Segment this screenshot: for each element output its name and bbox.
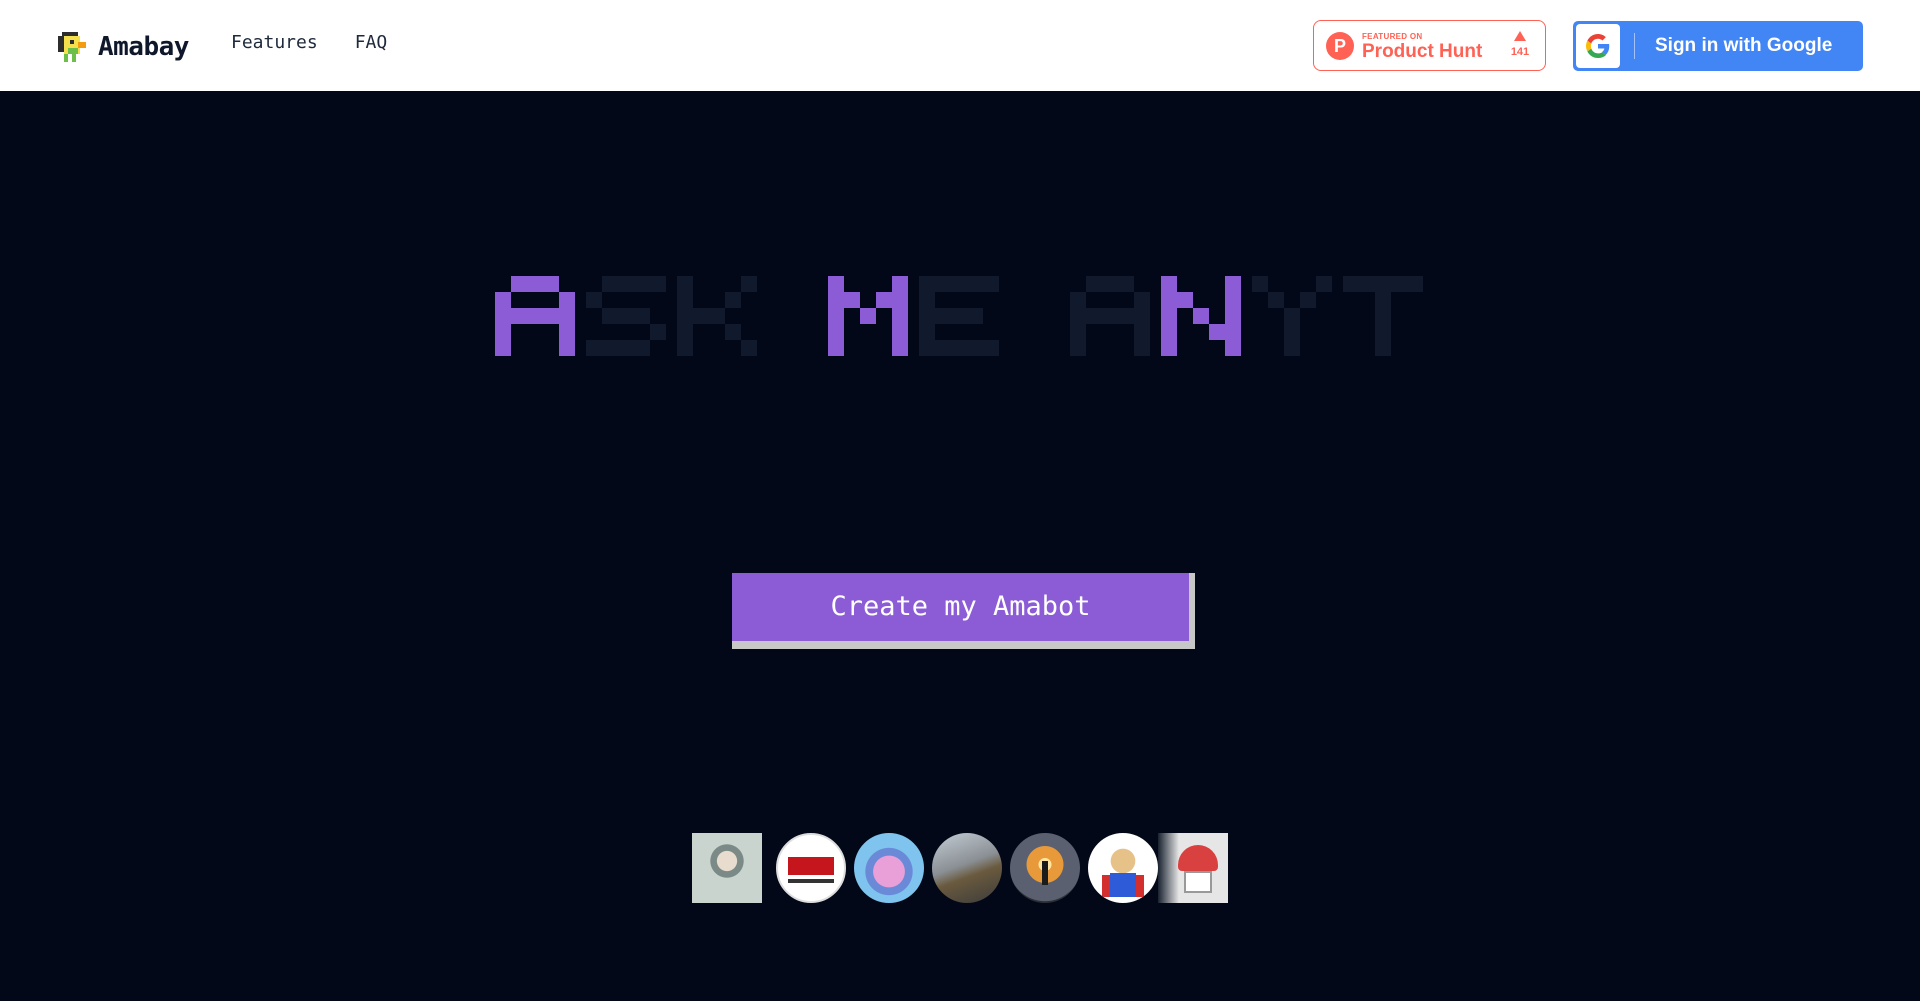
upvote-arrow-icon	[1514, 31, 1526, 41]
product-hunt-name: Product Hunt	[1362, 41, 1483, 62]
hero-letter-a	[1070, 276, 1150, 356]
mushroom-stem-icon	[1184, 871, 1212, 893]
hero-letter-y	[1252, 276, 1332, 356]
create-amabot-label: Create my Amabot	[830, 591, 1091, 622]
hero-letter-t	[1343, 276, 1423, 356]
silhouette-figure-icon	[1042, 861, 1048, 885]
product-hunt-logo-icon: P	[1326, 32, 1354, 60]
hero-letter-a	[495, 276, 575, 356]
upmp-red-logo-icon	[788, 857, 834, 875]
upvote-count: 141	[1510, 46, 1530, 58]
nav-features[interactable]: Features	[231, 32, 318, 53]
hero-letter-n	[1161, 276, 1241, 356]
product-hunt-logo-letter: P	[1333, 36, 1346, 56]
hero-letter-m	[828, 276, 908, 356]
avatar-cartoon-man[interactable]	[692, 833, 762, 903]
brand-name: Amabay	[98, 32, 189, 62]
avatar-upmp-logo[interactable]	[776, 833, 846, 903]
hero-letter-s	[586, 276, 666, 356]
avatar-sunset-silhouette[interactable]	[1010, 833, 1080, 903]
google-signin-button[interactable]: Sign in with Google	[1573, 21, 1863, 71]
superhero-suit-icon	[1110, 873, 1136, 897]
upmp-subtitle-icon	[788, 879, 834, 883]
hero-letter-e	[919, 276, 999, 356]
create-amabot-button-face: Create my Amabot	[732, 573, 1189, 641]
cape-left-icon	[1102, 875, 1110, 897]
avatar-person-on-bench[interactable]	[932, 833, 1002, 903]
avatar-pixel-character[interactable]	[854, 833, 924, 903]
logo[interactable]: Amabay	[56, 30, 189, 64]
google-icon-container	[1576, 24, 1620, 68]
product-hunt-featured-text: FEATURED ON	[1362, 32, 1423, 41]
hero-pixel-title	[495, 276, 1423, 356]
google-button-divider	[1634, 33, 1635, 59]
hero-letter-k	[677, 276, 757, 356]
google-signin-label: Sign in with Google	[1655, 35, 1833, 56]
mushroom-cap-icon	[1178, 845, 1218, 871]
avatar-superhero-dog[interactable]	[1088, 833, 1158, 903]
nav-faq[interactable]: FAQ	[355, 32, 388, 53]
product-hunt-badge[interactable]: P FEATURED ON Product Hunt 141	[1313, 20, 1546, 71]
google-g-icon	[1586, 34, 1610, 58]
cape-right-icon	[1136, 875, 1144, 897]
avatar-pixel-mushroom[interactable]	[1158, 833, 1228, 903]
top-header: Amabay Features FAQ P FEATURED ON Produc…	[0, 0, 1920, 91]
main-nav: Features FAQ	[231, 32, 387, 53]
create-amabot-button[interactable]: Create my Amabot	[732, 573, 1195, 649]
parrot-logo-icon	[58, 32, 86, 62]
